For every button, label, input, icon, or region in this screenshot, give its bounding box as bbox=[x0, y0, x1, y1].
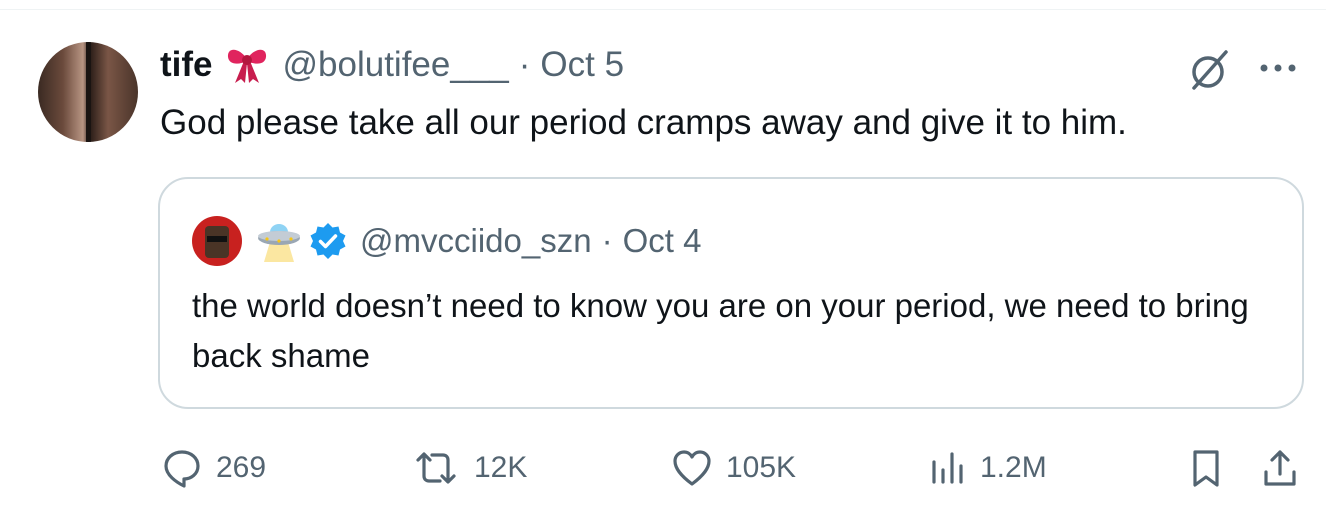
ufo-icon bbox=[258, 224, 300, 262]
avatar-glasses bbox=[207, 236, 227, 242]
retweet-icon bbox=[416, 452, 456, 484]
like-count: 105K bbox=[726, 451, 797, 484]
share-button[interactable] bbox=[1260, 440, 1300, 496]
bookmark-button[interactable] bbox=[1186, 440, 1226, 496]
quoted-author-avatar bbox=[192, 216, 242, 266]
verified-badge-icon bbox=[310, 223, 346, 259]
more-icon[interactable] bbox=[1256, 56, 1300, 80]
quoted-tweet-date: Oct 4 bbox=[622, 222, 702, 259]
header-separator: · bbox=[518, 45, 531, 84]
reply-count: 269 bbox=[216, 451, 267, 484]
like-icon bbox=[673, 450, 711, 486]
author-avatar[interactable] bbox=[38, 42, 138, 142]
ribbon-icon bbox=[227, 49, 266, 83]
tweet-text: God please take all our period cramps aw… bbox=[160, 103, 1127, 142]
avatar-face bbox=[205, 226, 229, 258]
author-handle[interactable]: @bolutifee___ bbox=[283, 45, 509, 85]
reply-button[interactable]: 269 bbox=[160, 440, 266, 496]
bookmark-icon bbox=[1193, 450, 1219, 487]
avatar-split bbox=[86, 42, 91, 142]
quoted-tweet-header: @mvcciido_szn · Oct 4 bbox=[192, 216, 702, 266]
tweet-date[interactable]: Oct 5 bbox=[540, 45, 624, 85]
share-icon bbox=[1264, 450, 1296, 486]
reply-icon bbox=[164, 450, 200, 488]
top-divider bbox=[0, 9, 1326, 10]
quoted-tweet-card[interactable]: @mvcciido_szn · Oct 4 the world doesn’t … bbox=[158, 177, 1304, 409]
views-icon bbox=[932, 452, 963, 484]
tweet-header: tife @bolutifee___ · Oct 5 bbox=[160, 42, 624, 88]
views-count: 1.2M bbox=[980, 451, 1047, 484]
quoted-tweet-text: the world doesn’t need to know you are o… bbox=[192, 287, 1249, 374]
like-button[interactable]: 105K bbox=[670, 440, 796, 496]
grok-icon[interactable] bbox=[1184, 46, 1232, 94]
action-bar: 269 12K 105K 1.2M bbox=[0, 440, 1326, 496]
retweet-button[interactable]: 12K bbox=[410, 440, 527, 496]
quoted-author-handle: @mvcciido_szn bbox=[360, 222, 592, 259]
views-button[interactable]: 1.2M bbox=[928, 440, 1047, 496]
quoted-header-separator: · bbox=[601, 222, 613, 259]
author-display-name[interactable]: tife bbox=[160, 45, 213, 85]
retweet-count: 12K bbox=[474, 451, 528, 484]
